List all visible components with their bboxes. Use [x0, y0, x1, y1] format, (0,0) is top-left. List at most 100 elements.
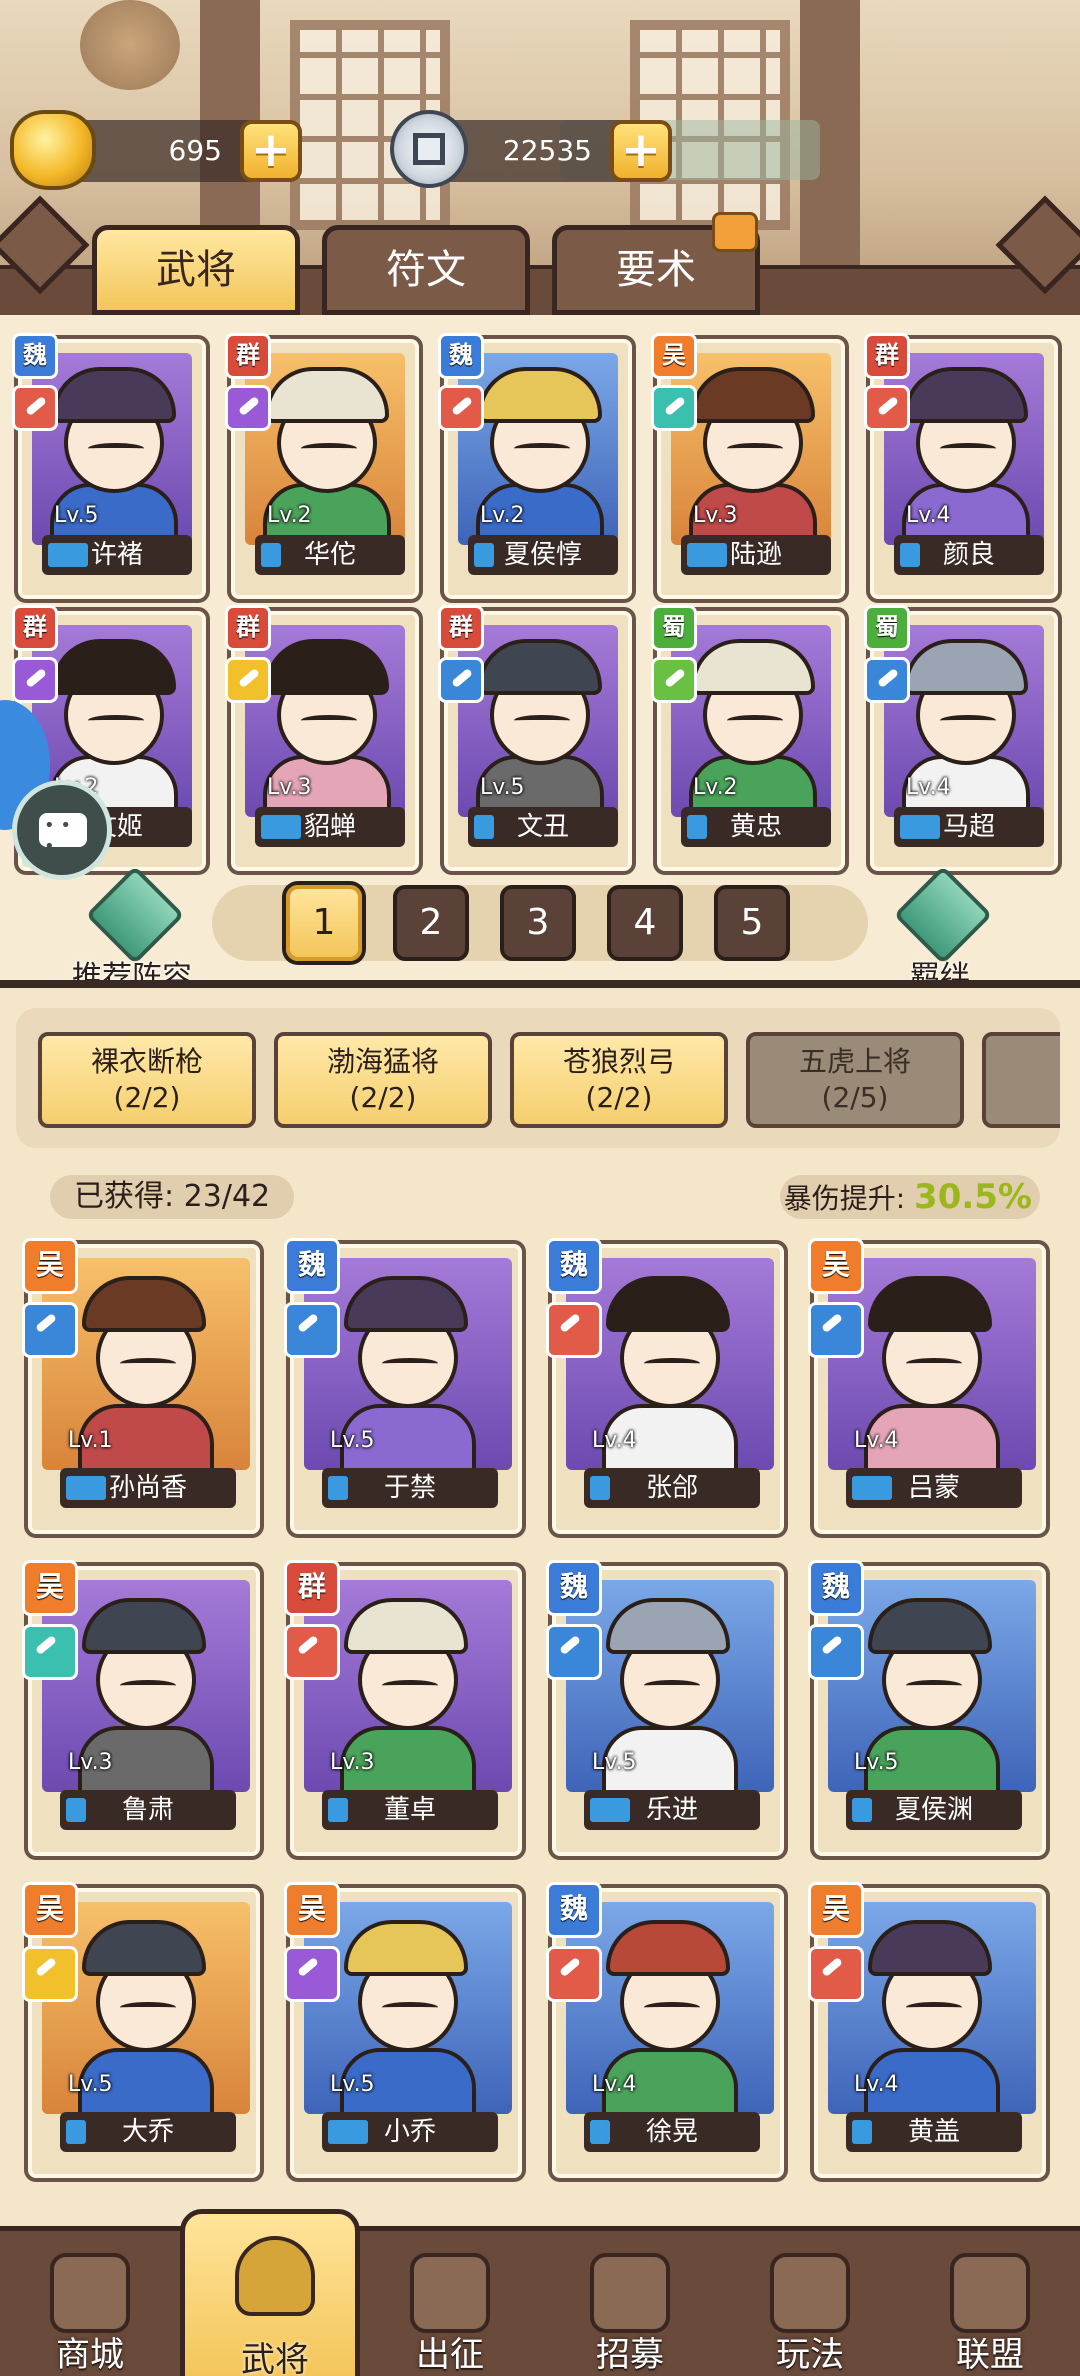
weapon-type-icon	[546, 1624, 602, 1680]
general-name: 吕蒙	[907, 1473, 960, 1503]
general-portrait: Lv.4	[884, 625, 1044, 817]
general-name: 许褚	[90, 540, 143, 570]
bond-button[interactable]: 羁绊	[893, 865, 993, 995]
faction-badge: 吴	[22, 1560, 78, 1616]
general-headgear	[265, 367, 389, 423]
faction-badge: 群	[225, 605, 271, 651]
faction-badge: 吴	[651, 333, 697, 379]
general-name-plate: 马超	[894, 807, 1044, 847]
nav-shop[interactable]: 商城	[0, 2231, 180, 2376]
recommend-lineup-button[interactable]: 推荐阵容	[72, 865, 192, 995]
faction-badge: 吴	[808, 1882, 864, 1938]
progress-bar	[328, 1798, 348, 1822]
progress-bar	[687, 815, 707, 839]
faction-badge: 吴	[284, 1882, 340, 1938]
progress-bar	[66, 1476, 106, 1500]
general-card[interactable]: Lv.3 鲁肃 吴	[22, 1560, 264, 1860]
general-headgear	[344, 1276, 468, 1332]
general-name: 马超	[942, 812, 995, 842]
general-name-plate: 黄忠	[681, 807, 831, 847]
tab-runes[interactable]: 符文	[322, 225, 530, 315]
general-headgear	[868, 1598, 992, 1654]
general-name-plate: 黄盖	[846, 2112, 1022, 2152]
bond-name: 裸衣断枪	[90, 1045, 203, 1078]
general-card[interactable]: Lv.3 陆逊 吴	[651, 333, 849, 603]
add-gold-button[interactable]: +	[240, 120, 302, 182]
faction-badge: 魏	[438, 333, 484, 379]
faction-badge: 吴	[22, 1882, 78, 1938]
nav-recruit-scroll[interactable]: 招募	[540, 2231, 720, 2376]
general-card[interactable]: Lv.2 华佗 群	[225, 333, 423, 603]
general-name-plate: 吕蒙	[846, 1468, 1022, 1508]
page-button[interactable]: 4	[607, 885, 683, 961]
bond-progress: (2/5)	[821, 1081, 889, 1114]
general-name-plate: 夏侯渊	[846, 1790, 1022, 1830]
nav-battle[interactable]: 出征	[360, 2231, 540, 2376]
nav-label: 武将	[241, 2340, 309, 2376]
page-button[interactable]: 2	[393, 885, 469, 961]
general-card[interactable]: Lv.4 吕蒙 吴	[808, 1238, 1050, 1538]
general-card[interactable]: Lv.5 夏侯渊 魏	[808, 1560, 1050, 1860]
nav-general-helmet[interactable]: 武将	[180, 2209, 360, 2376]
faction-badge: 群	[864, 333, 910, 379]
progress-bar	[66, 2120, 86, 2144]
page-button[interactable]: 1	[286, 885, 362, 961]
general-portrait: Lv.2	[671, 625, 831, 817]
general-card[interactable]: Lv.3 董卓 群	[284, 1560, 526, 1860]
coin-amount: 22535	[502, 134, 592, 167]
page-button[interactable]: 5	[714, 885, 790, 961]
page-button[interactable]: 3	[500, 885, 576, 961]
bond-card[interactable]: 生	[982, 1032, 1060, 1128]
general-name: 华佗	[303, 540, 356, 570]
general-card[interactable]: Lv.1 孙尚香 吴	[22, 1238, 264, 1538]
general-card[interactable]: Lv.4 颜良 群	[864, 333, 1062, 603]
progress-bar	[590, 1476, 610, 1500]
weapon-type-icon	[864, 385, 910, 431]
general-card[interactable]: Lv.4 马超 蜀	[864, 605, 1062, 875]
general-name-plate: 孙尚香	[60, 1468, 236, 1508]
faction-badge: 吴	[808, 1238, 864, 1294]
nav-alliance[interactable]: 联盟	[900, 2231, 1080, 2376]
nav-label: 玩法	[776, 2335, 844, 2375]
bond-card[interactable]: 五虎上将 (2/5)	[746, 1032, 964, 1128]
general-card[interactable]: Lv.4 徐晃 魏	[546, 1882, 788, 2182]
weapon-type-icon	[22, 1302, 78, 1358]
weapon-type-icon	[12, 657, 58, 703]
general-card[interactable]: Lv.3 貂蝉 群	[225, 605, 423, 875]
tab-generals[interactable]: 武将	[92, 225, 300, 315]
general-name: 颜良	[942, 540, 995, 570]
general-headgear	[868, 1276, 992, 1332]
bond-list[interactable]: 裸衣断枪(2/2)渤海猛将(2/2)苍狼烈弓(2/2)五虎上将(2/5)生	[16, 1008, 1060, 1148]
general-level: Lv.5	[480, 775, 525, 800]
general-headgear	[868, 1920, 992, 1976]
add-coin-button[interactable]: +	[610, 120, 672, 182]
general-card[interactable]: Lv.5 小乔 吴	[284, 1882, 526, 2182]
general-card[interactable]: Lv.2 黄忠 蜀	[651, 605, 849, 875]
faction-badge: 魏	[546, 1882, 602, 1938]
chat-button[interactable]	[12, 780, 112, 880]
bond-card[interactable]: 渤海猛将 (2/2)	[274, 1032, 492, 1128]
general-card[interactable]: Lv.5 大乔 吴	[22, 1882, 264, 2182]
general-card[interactable]: Lv.4 张郃 魏	[546, 1238, 788, 1538]
bond-card[interactable]: 苍狼烈弓 (2/2)	[510, 1032, 728, 1128]
general-card[interactable]: Lv.5 许褚 魏	[12, 333, 210, 603]
general-level: Lv.2	[693, 775, 738, 800]
bond-card[interactable]: 裸衣断枪 (2/2)	[38, 1032, 256, 1128]
weapon-type-icon	[284, 1302, 340, 1358]
weapon-type-icon	[438, 657, 484, 703]
general-card[interactable]: Lv.4 黄盖 吴	[808, 1882, 1050, 2182]
general-card[interactable]: Lv.5 于禁 魏	[284, 1238, 526, 1538]
nav-label: 招募	[596, 2335, 664, 2375]
general-level: Lv.4	[592, 2072, 637, 2097]
general-portrait: Lv.5	[458, 625, 618, 817]
nav-play-mode[interactable]: 玩法	[720, 2231, 900, 2376]
general-level: Lv.5	[330, 1428, 375, 1453]
general-headgear	[82, 1598, 206, 1654]
general-headgear	[606, 1920, 730, 1976]
general-card[interactable]: Lv.5 乐进 魏	[546, 1560, 788, 1860]
general-card[interactable]: Lv.2 夏侯惇 魏	[438, 333, 636, 603]
general-card[interactable]: Lv.5 文丑 群	[438, 605, 636, 875]
crit-value: 30.5%	[914, 1177, 1032, 1217]
general-name-plate: 颜良	[894, 535, 1044, 575]
general-level: Lv.4	[854, 2072, 899, 2097]
